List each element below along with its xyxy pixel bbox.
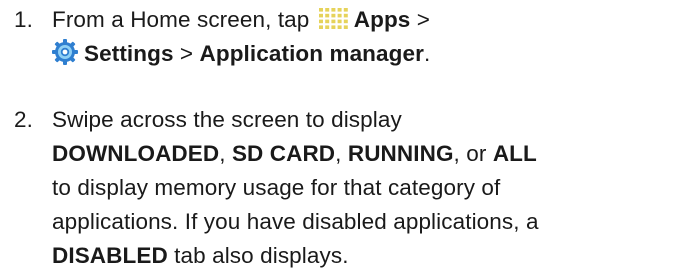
sd-card-label: SD CARD <box>231 141 336 166</box>
separator: > <box>173 41 200 66</box>
step-text: Swipe across the screen to display <box>52 107 402 132</box>
disabled-label: DISABLED <box>52 243 168 268</box>
downloaded-label: DOWNLOADED <box>52 141 220 166</box>
separator: , <box>335 141 348 166</box>
running-label: RUNNING <box>347 141 454 166</box>
step-text: tab also displays. <box>167 243 349 268</box>
settings-gear-icon <box>52 39 78 66</box>
step-number: 2. <box>14 107 33 132</box>
all-label: ALL <box>492 141 537 166</box>
application-manager-label: Application manager <box>199 41 424 66</box>
step-2: 2. Swipe across the screen to display DO… <box>0 103 673 273</box>
settings-label: Settings <box>84 41 174 66</box>
step-number: 1. <box>14 7 33 32</box>
separator: , <box>219 141 232 166</box>
apps-label: Apps <box>353 7 411 32</box>
period: . <box>423 41 431 66</box>
step-text: From a Home screen, tap <box>52 7 310 32</box>
step-text: to display memory usage for that categor… <box>52 175 539 234</box>
apps-grid-icon <box>318 8 348 30</box>
step-1: 1. From a Home screen, tap Apps > Settin… <box>0 3 673 71</box>
separator: , or <box>453 141 493 166</box>
separator: > <box>410 7 431 32</box>
